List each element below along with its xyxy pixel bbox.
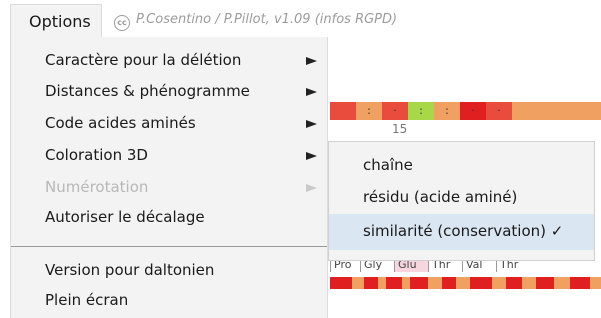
menu-item-label: Code acides aminés bbox=[45, 114, 196, 132]
conservation-strip bbox=[330, 277, 601, 289]
conservation-cell bbox=[410, 277, 428, 289]
menu-item-label: Plein écran bbox=[45, 291, 129, 309]
position-number: 15 bbox=[392, 122, 408, 136]
conservation-cell bbox=[570, 277, 590, 289]
menu-bar: Options cc P.Cosentino / P.Pillot, v1.09 … bbox=[0, 0, 601, 38]
submenu-arrow-icon bbox=[306, 88, 317, 96]
sequence-cell: · bbox=[382, 102, 408, 120]
submenu-arrow-icon bbox=[306, 120, 317, 128]
credit-label: P.Cosentino / P.Pillot, v1.09 (infos RGP… bbox=[136, 12, 398, 27]
conservation-cell bbox=[470, 277, 492, 289]
menu-item-colorblind-version[interactable]: Version pour daltonien bbox=[11, 256, 327, 286]
sequence-cell: : bbox=[434, 102, 460, 120]
menu-item-label: Caractère pour la délétion bbox=[45, 51, 242, 69]
menu-item-label: Coloration 3D bbox=[45, 146, 148, 164]
sequence-cell: : bbox=[356, 102, 382, 120]
conservation-cell bbox=[442, 277, 456, 289]
sequence-cell bbox=[512, 102, 601, 120]
menu-item-coloration-3d[interactable]: Coloration 3D bbox=[11, 141, 327, 171]
coloration-3d-submenu: chaîne résidu (acide aminé) similarité (… bbox=[328, 141, 595, 261]
submenu-arrow-icon bbox=[306, 184, 317, 192]
sequence-cell: · bbox=[460, 102, 486, 120]
submenu-item-residue[interactable]: résidu (acide aminé) bbox=[329, 180, 594, 216]
conservation-cell bbox=[506, 277, 522, 289]
menu-item-label: Autoriser le décalage bbox=[45, 208, 205, 226]
menu-separator bbox=[11, 246, 327, 247]
menu-item-distances-phenogram[interactable]: Distances & phénogramme bbox=[11, 77, 327, 107]
menu-item-amino-acid-code[interactable]: Code acides aminés bbox=[11, 109, 327, 139]
options-menu-button[interactable]: Options bbox=[10, 4, 102, 38]
submenu-item-label: chaîne bbox=[363, 156, 413, 174]
menu-item-allow-offset[interactable]: Autoriser le décalage bbox=[11, 203, 327, 233]
submenu-item-label: similarité (conservation) ✓ bbox=[363, 222, 564, 240]
menu-item-deletion-character[interactable]: Caractère pour la délétion bbox=[11, 46, 327, 76]
sequence-cell bbox=[330, 102, 356, 120]
sequence-cell: · bbox=[486, 102, 512, 120]
menu-item-label: Numérotation bbox=[45, 178, 149, 196]
sequence-color-strip: : · : : · · bbox=[330, 102, 601, 120]
conservation-cell bbox=[364, 277, 378, 289]
options-dropdown: Caractère pour la délétion Distances & p… bbox=[10, 37, 328, 318]
conservation-cell bbox=[536, 277, 554, 289]
submenu-arrow-icon bbox=[306, 152, 317, 160]
menu-item-label: Version pour daltonien bbox=[45, 261, 215, 279]
menu-item-fullscreen[interactable]: Plein écran bbox=[11, 286, 327, 316]
menu-item-label: Distances & phénogramme bbox=[45, 82, 250, 100]
submenu-arrow-icon bbox=[306, 57, 317, 65]
submenu-item-chain[interactable]: chaîne bbox=[329, 148, 594, 184]
menu-item-numbering: Numérotation bbox=[11, 173, 327, 203]
submenu-item-label: résidu (acide aminé) bbox=[363, 188, 518, 206]
credit-text[interactable]: cc P.Cosentino / P.Pillot, v1.09 (infos R… bbox=[114, 12, 397, 31]
conservation-cell bbox=[386, 277, 402, 289]
creative-commons-icon: cc bbox=[114, 15, 130, 31]
conservation-cell bbox=[330, 277, 352, 289]
sequence-cell: : bbox=[408, 102, 434, 120]
options-menu-label: Options bbox=[29, 12, 91, 31]
submenu-item-similarity[interactable]: similarité (conservation) ✓ bbox=[329, 214, 594, 250]
